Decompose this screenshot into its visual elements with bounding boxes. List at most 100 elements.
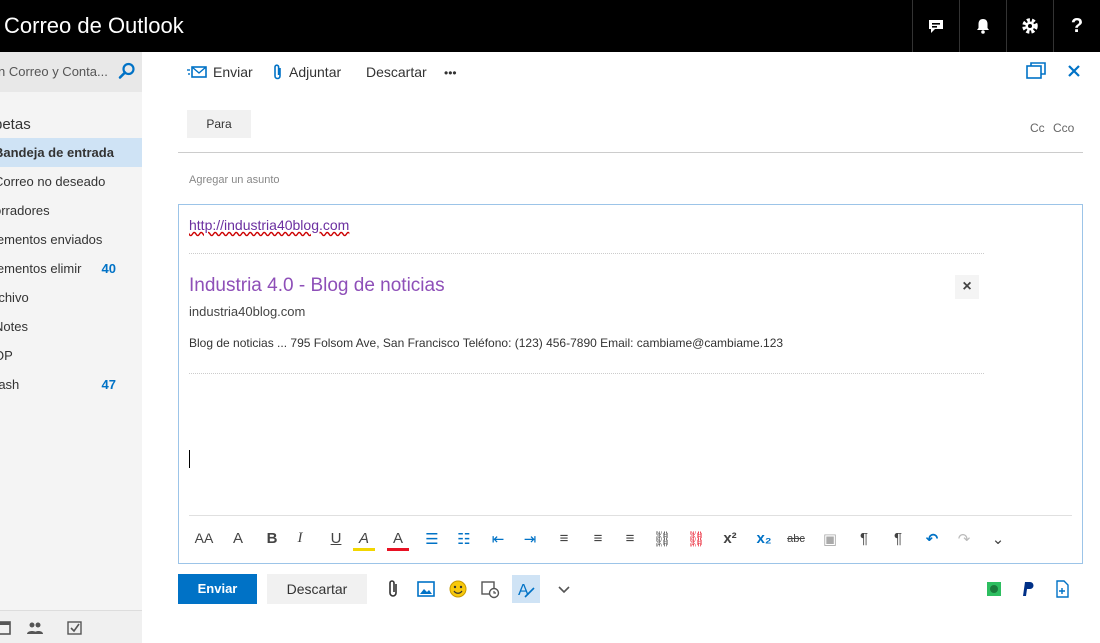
undo-button[interactable]: ↶ bbox=[921, 530, 943, 548]
preview-divider bbox=[189, 373, 984, 374]
more-options-label: ••• bbox=[444, 66, 457, 80]
numbering-button[interactable]: ☷ bbox=[453, 530, 475, 548]
cc-button[interactable]: Cc bbox=[1030, 121, 1045, 135]
sidebar-item-label: lementos elimir bbox=[0, 261, 82, 276]
ltr-button[interactable]: ¶ bbox=[853, 530, 875, 547]
link-preview-domain: industria40blog.com bbox=[189, 304, 306, 319]
folders-heading[interactable]: petas bbox=[0, 116, 31, 133]
highlight-button[interactable]: A bbox=[353, 530, 375, 551]
pop-out-icon[interactable] bbox=[1026, 62, 1046, 80]
send-toolbar-button[interactable]: Enviar bbox=[187, 64, 253, 80]
evernote-icon[interactable] bbox=[984, 579, 1004, 599]
font-color-button[interactable]: A bbox=[387, 530, 409, 551]
decrease-indent-button[interactable]: ⇤ bbox=[487, 530, 509, 548]
bottom-actions: Enviar Descartar A bbox=[178, 574, 1083, 604]
sidebar-item-archive[interactable]: rchivo bbox=[0, 283, 142, 312]
people-icon[interactable] bbox=[27, 621, 43, 635]
align-left-button[interactable]: ≡ bbox=[553, 530, 575, 547]
discard-toolbar-button[interactable]: Descartar bbox=[366, 64, 427, 80]
sidebar-item-label: Correo no deseado bbox=[0, 174, 106, 189]
sidebar-item-deleted[interactable]: lementos elimir 40 bbox=[0, 254, 142, 283]
attach-toolbar-button[interactable]: Adjuntar bbox=[273, 64, 341, 80]
paperclip-icon[interactable] bbox=[384, 579, 404, 599]
tasks-icon[interactable] bbox=[67, 621, 83, 635]
underline-button[interactable]: U bbox=[325, 530, 347, 547]
sidebar-item-pop[interactable]: OP bbox=[0, 341, 142, 370]
send-button[interactable]: Enviar bbox=[178, 574, 257, 604]
sidebar: n Correo y Conta... petas Bandeja de ent… bbox=[0, 52, 142, 643]
discard-button[interactable]: Descartar bbox=[267, 574, 367, 604]
sidebar-item-label: Notes bbox=[0, 319, 28, 334]
paperclip-icon bbox=[274, 64, 281, 80]
schedule-icon[interactable] bbox=[480, 579, 500, 599]
link-preview-description: Blog de noticias ... 795 Folsom Ave, San… bbox=[189, 336, 784, 350]
discard-toolbar-label: Descartar bbox=[366, 64, 427, 80]
module-switcher bbox=[0, 610, 142, 643]
sidebar-item-label: rchivo bbox=[0, 290, 29, 305]
gear-icon[interactable] bbox=[1007, 0, 1053, 52]
more-formatting-button[interactable]: ⌄ bbox=[987, 530, 1009, 548]
redo-button[interactable]: ↷ bbox=[953, 530, 975, 548]
sidebar-item-drafts[interactable]: orradores bbox=[0, 196, 142, 225]
sidebar-item-junk[interactable]: Correo no deseado bbox=[0, 167, 142, 196]
text-cursor bbox=[189, 450, 190, 468]
format-toolbar: AA A B I U A A ☰ ☷ ⇤ ⇥ ≡ ≡ ≡ ⛓ ⛓ x² x₂ a… bbox=[193, 528, 1053, 552]
grow-font-button[interactable]: A bbox=[227, 530, 249, 547]
close-icon[interactable] bbox=[1068, 65, 1080, 77]
to-button[interactable]: Para bbox=[187, 110, 251, 138]
strikethrough-button[interactable]: abc bbox=[785, 533, 807, 545]
feedback-icon[interactable] bbox=[913, 0, 959, 52]
emoji-icon[interactable] bbox=[448, 579, 468, 599]
preview-divider bbox=[189, 253, 984, 254]
paypal-icon[interactable] bbox=[1018, 579, 1038, 599]
link-preview-title[interactable]: Industria 4.0 - Blog de noticias bbox=[189, 275, 445, 297]
message-body[interactable]: http://industria40blog.com Industria 4.0… bbox=[178, 204, 1083, 564]
insert-image-button[interactable]: ▣ bbox=[819, 530, 841, 548]
more-options-button[interactable]: ••• bbox=[444, 66, 457, 80]
help-icon[interactable]: ? bbox=[1054, 0, 1100, 52]
calendar-icon[interactable] bbox=[0, 621, 12, 635]
remove-link-button[interactable]: ⛓ bbox=[685, 530, 707, 548]
remove-preview-button[interactable]: × bbox=[955, 275, 979, 299]
chevron-down-icon[interactable] bbox=[554, 579, 574, 599]
sidebar-item-notes[interactable]: Notes bbox=[0, 312, 142, 341]
insert-link-button[interactable]: ⛓ bbox=[651, 530, 673, 548]
sidebar-item-label: rash bbox=[0, 377, 20, 392]
add-in-icon[interactable] bbox=[1052, 579, 1072, 599]
bullets-button[interactable]: ☰ bbox=[421, 530, 443, 548]
attach-toolbar-label: Adjuntar bbox=[289, 64, 342, 80]
superscript-button[interactable]: x² bbox=[719, 530, 741, 547]
sidebar-item-label: Bandeja de entrada bbox=[0, 145, 114, 160]
send-mail-icon bbox=[187, 66, 207, 78]
send-toolbar-label: Enviar bbox=[213, 64, 253, 80]
increase-indent-button[interactable]: ⇥ bbox=[519, 530, 541, 548]
svg-text:A: A bbox=[518, 582, 529, 599]
sidebar-item-label: orradores bbox=[0, 203, 50, 218]
subject-input[interactable]: Agregar un asunto bbox=[189, 174, 280, 186]
align-right-button[interactable]: ≡ bbox=[619, 530, 641, 547]
subscript-button[interactable]: x₂ bbox=[753, 530, 775, 547]
bold-button[interactable]: B bbox=[261, 530, 283, 547]
app-title[interactable]: Correo de Outlook bbox=[4, 13, 184, 39]
sidebar-item-inbox[interactable]: Bandeja de entrada bbox=[0, 138, 142, 167]
format-bar-divider bbox=[189, 515, 1072, 516]
image-icon[interactable] bbox=[416, 579, 436, 599]
body-link[interactable]: http://industria40blog.com bbox=[189, 217, 349, 233]
search-box[interactable]: n Correo y Conta... bbox=[0, 52, 142, 92]
unread-count: 47 bbox=[101, 377, 116, 392]
search-input[interactable]: n Correo y Conta... bbox=[0, 64, 108, 79]
sidebar-item-trash[interactable]: rash 47 bbox=[0, 370, 142, 399]
sidebar-item-label: lementos enviados bbox=[0, 232, 103, 247]
format-text-icon[interactable]: A bbox=[512, 575, 540, 603]
sidebar-item-label: OP bbox=[0, 348, 13, 363]
italic-button[interactable]: I bbox=[289, 530, 311, 547]
font-size-button[interactable]: AA bbox=[193, 530, 215, 546]
top-bar: Correo de Outlook ? bbox=[0, 0, 1100, 52]
sidebar-item-sent[interactable]: lementos enviados bbox=[0, 225, 142, 254]
bcc-button[interactable]: Cco bbox=[1053, 121, 1074, 135]
rtl-button[interactable]: ¶ bbox=[887, 530, 909, 547]
bell-icon[interactable] bbox=[960, 0, 1006, 52]
align-center-button[interactable]: ≡ bbox=[587, 530, 609, 547]
unread-count: 40 bbox=[101, 261, 116, 276]
search-icon[interactable] bbox=[118, 62, 136, 80]
